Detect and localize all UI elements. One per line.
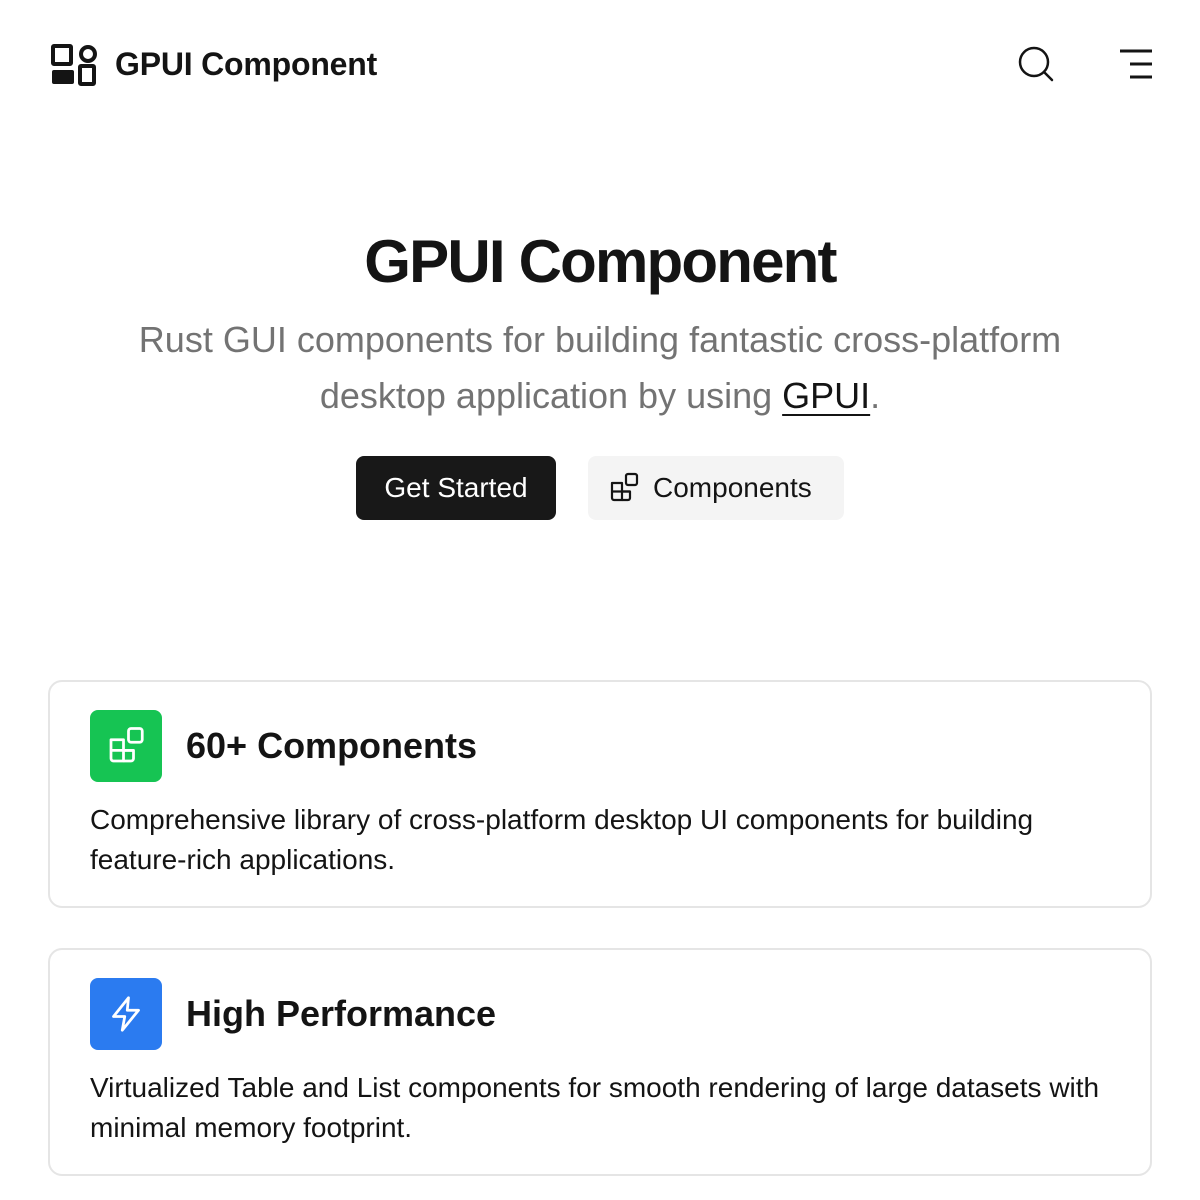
gpui-link[interactable]: GPUI xyxy=(782,375,870,416)
feature-icon-tile xyxy=(90,710,162,782)
page: GPUI Component GPUI Component Rust GUI c… xyxy=(0,0,1200,1200)
feature-title: High Performance xyxy=(186,993,497,1034)
hero-subtitle-suffix: . xyxy=(870,375,881,416)
feature-title: 60+ Components xyxy=(186,725,478,766)
site-header: GPUI Component xyxy=(0,0,1200,128)
get-started-button[interactable]: Get Started xyxy=(356,456,556,520)
components-button-label: Components xyxy=(653,472,812,503)
site-title[interactable]: GPUI Component xyxy=(115,44,377,84)
feature-card-components: 60+ Components Comprehensive library of … xyxy=(48,680,1152,908)
search-icon[interactable] xyxy=(1016,44,1056,84)
hero-subtitle-text: Rust GUI components for building fantast… xyxy=(138,319,1062,416)
layout-grid-icon[interactable] xyxy=(50,43,98,87)
components-icon xyxy=(610,472,639,502)
menu-icon[interactable] xyxy=(1116,44,1156,84)
hero-title: GPUI Component xyxy=(364,228,837,295)
components-button[interactable]: Components xyxy=(588,456,844,520)
feature-icon-tile xyxy=(90,978,162,1050)
zap-icon xyxy=(112,996,140,1032)
feature-description: Virtualized Table and List components fo… xyxy=(90,1072,1100,1143)
components-icon xyxy=(109,727,144,763)
feature-description: Comprehensive library of cross-platform … xyxy=(90,804,1034,875)
feature-card-performance: High Performance Virtualized Table and L… xyxy=(48,948,1152,1176)
hero-subtitle: Rust GUI components for building fantast… xyxy=(100,312,1100,424)
